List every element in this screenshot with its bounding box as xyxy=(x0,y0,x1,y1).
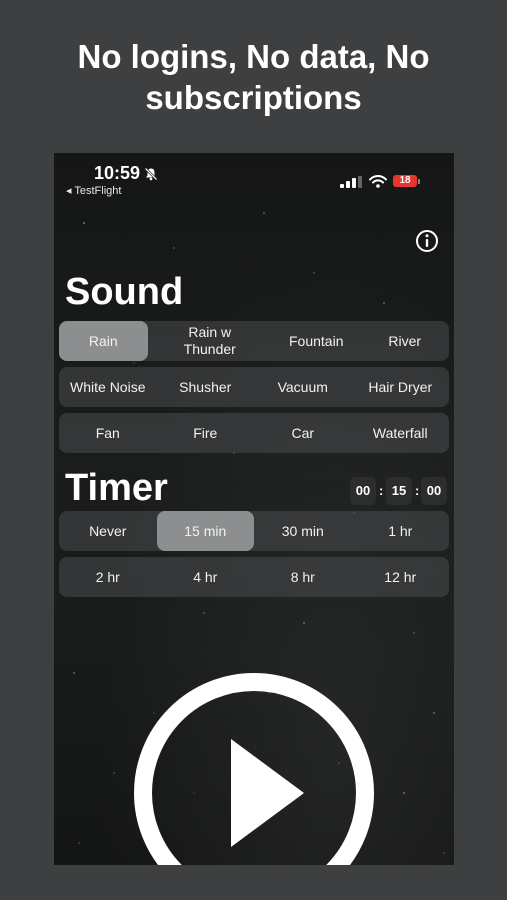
status-time: 10:59 xyxy=(94,163,141,183)
bell-slash-icon xyxy=(144,167,158,181)
timer-hours: 00 xyxy=(350,477,376,505)
cellular-signal-icon xyxy=(340,176,362,188)
timer-option-8-hr[interactable]: 8 hr xyxy=(254,557,352,597)
sound-option-hair-dryer[interactable]: Hair Dryer xyxy=(352,367,450,407)
play-icon xyxy=(231,739,304,847)
sound-option-waterfall[interactable]: Waterfall xyxy=(352,413,450,453)
sound-option-rain-w-thunder[interactable]: Rain w Thunder xyxy=(148,321,273,361)
timer-option-1-hr[interactable]: 1 hr xyxy=(352,511,450,551)
sound-option-white-noise[interactable]: White Noise xyxy=(59,367,157,407)
timer-option-never[interactable]: Never xyxy=(59,511,157,551)
sound-option-rain[interactable]: Rain xyxy=(59,321,148,361)
sound-option-car[interactable]: Car xyxy=(254,413,352,453)
sound-option-fountain[interactable]: Fountain xyxy=(272,321,361,361)
timer-colon: : xyxy=(415,483,420,498)
play-button[interactable] xyxy=(134,673,374,865)
timer-option-4-hr[interactable]: 4 hr xyxy=(157,557,255,597)
timer-row-1: Never 15 min 30 min 1 hr xyxy=(59,511,449,551)
sound-option-shusher[interactable]: Shusher xyxy=(157,367,255,407)
sound-title: Sound xyxy=(65,271,184,313)
sound-row-1: Rain Rain w Thunder Fountain River xyxy=(59,321,449,361)
phone-screen: 10:59 ◂ TestFlight 18 Sound Rain Rain w … xyxy=(54,153,454,865)
timer-colon: : xyxy=(379,483,384,498)
timer-seconds: 00 xyxy=(421,477,447,505)
sound-row-2: White Noise Shusher Vacuum Hair Dryer xyxy=(59,367,449,407)
timer-option-2-hr[interactable]: 2 hr xyxy=(59,557,157,597)
back-to-testflight-link[interactable]: ◂ TestFlight xyxy=(66,184,121,197)
sound-row-3: Fan Fire Car Waterfall xyxy=(59,413,449,453)
battery-indicator: 18 xyxy=(393,175,417,187)
timer-option-30-min[interactable]: 30 min xyxy=(254,511,352,551)
wifi-icon xyxy=(369,175,387,188)
sound-option-fan[interactable]: Fan xyxy=(59,413,157,453)
timer-minutes: 15 xyxy=(386,477,412,505)
timer-option-12-hr[interactable]: 12 hr xyxy=(352,557,450,597)
timer-option-15-min[interactable]: 15 min xyxy=(156,511,254,551)
sound-option-river[interactable]: River xyxy=(361,321,450,361)
sound-option-fire[interactable]: Fire xyxy=(157,413,255,453)
headline: No logins, No data, No subscriptions xyxy=(77,38,430,116)
sound-option-vacuum[interactable]: Vacuum xyxy=(254,367,352,407)
timer-row-2: 2 hr 4 hr 8 hr 12 hr xyxy=(59,557,449,597)
info-icon[interactable] xyxy=(415,229,439,253)
timer-title: Timer xyxy=(65,467,168,509)
battery-cap xyxy=(418,179,420,184)
